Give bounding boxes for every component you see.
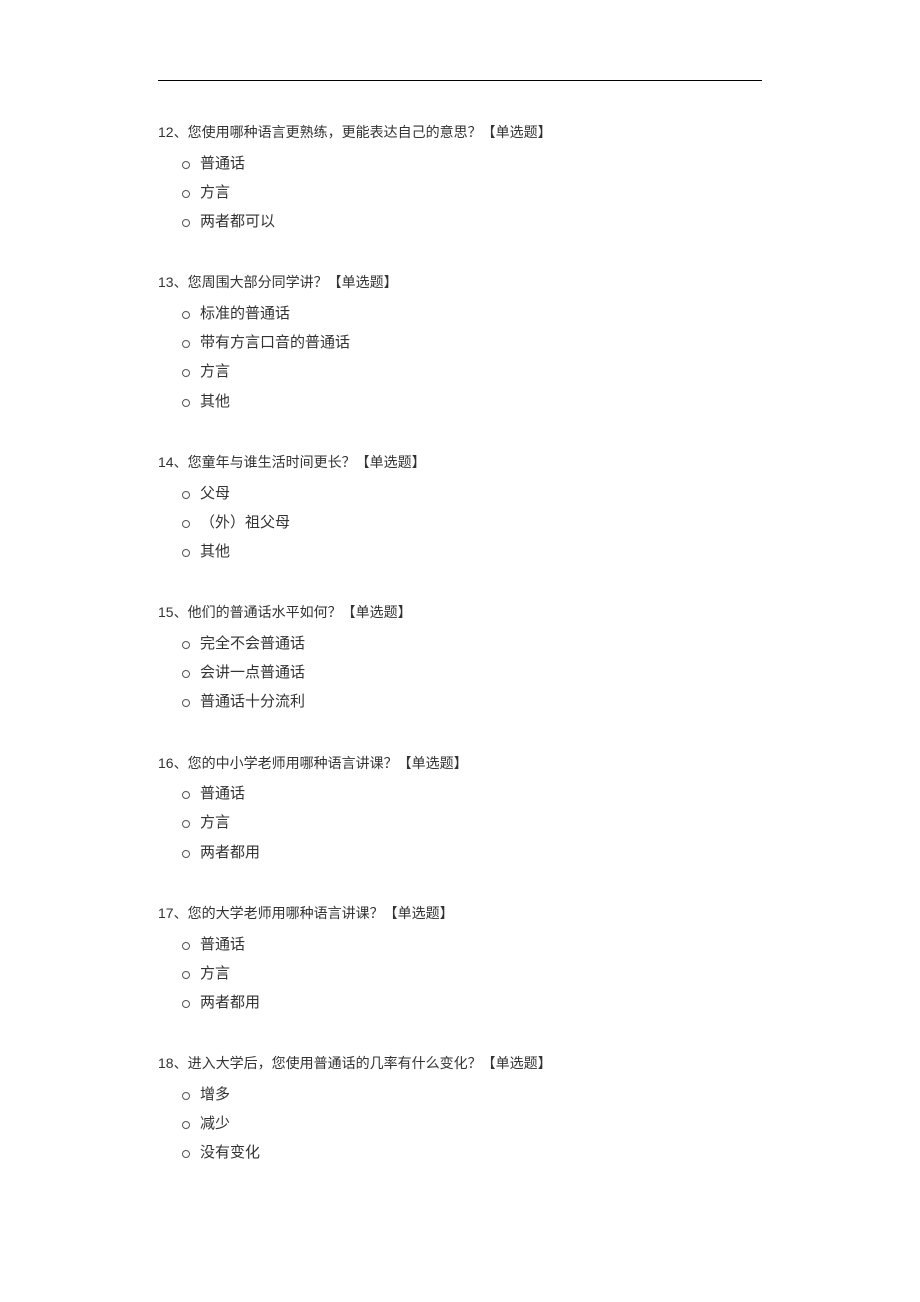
options-list: 增多减少没有变化 (182, 1081, 762, 1169)
question-number: 14、 (158, 454, 188, 470)
page-top-rule (158, 80, 762, 81)
question-block: 17、您的大学老师用哪种语言讲课？【单选题】普通话方言两者都用 (158, 900, 762, 1018)
options-list: 普通话方言两者都可以 (182, 150, 762, 238)
question-type-tag: 【单选题】 (356, 454, 426, 470)
option-item[interactable]: 普通话 (182, 780, 762, 809)
question-block: 18、进入大学后，您使用普通话的几率有什么变化？【单选题】增多减少没有变化 (158, 1050, 762, 1168)
option-item[interactable]: 方言 (182, 809, 762, 838)
option-label: 普通话十分流利 (200, 694, 305, 710)
option-item[interactable]: （外）祖父母 (182, 509, 762, 538)
option-item[interactable]: 普通话 (182, 931, 762, 960)
option-label: 会讲一点普通话 (200, 665, 305, 681)
option-label: 减少 (200, 1116, 230, 1132)
options-list: 普通话方言两者都用 (182, 931, 762, 1019)
option-label: 普通话 (200, 937, 245, 953)
option-label: 普通话 (200, 156, 245, 172)
option-item[interactable]: 方言 (182, 960, 762, 989)
options-list: 父母 （外）祖父母其他 (182, 480, 762, 568)
question-text: 您的大学老师用哪种语言讲课？ (188, 905, 384, 921)
question-type-tag: 【单选题】 (482, 124, 552, 140)
option-label: 带有方言口音的普通话 (200, 335, 350, 351)
option-label: 标准的普通话 (200, 306, 290, 322)
option-label: 两者都用 (200, 995, 260, 1011)
question-title: 15、他们的普通话水平如何？【单选题】 (158, 599, 762, 626)
option-label: 方言 (200, 966, 230, 982)
option-item[interactable]: 方言 (182, 179, 762, 208)
option-label: 两者都可以 (200, 214, 275, 230)
option-item[interactable]: 普通话 (182, 150, 762, 179)
question-number: 15、 (158, 604, 188, 620)
option-item[interactable]: 两者都可以 (182, 208, 762, 237)
question-type-tag: 【单选题】 (342, 604, 412, 620)
option-item[interactable]: 减少 (182, 1110, 762, 1139)
question-type-tag: 【单选题】 (398, 755, 468, 771)
question-text: 他们的普通话水平如何？ (188, 604, 342, 620)
option-item[interactable]: 标准的普通话 (182, 300, 762, 329)
question-text: 您的中小学老师用哪种语言讲课？ (188, 755, 398, 771)
option-item[interactable]: 增多 (182, 1081, 762, 1110)
option-item[interactable]: 没有变化 (182, 1139, 762, 1168)
question-title: 13、您周围大部分同学讲？【单选题】 (158, 269, 762, 296)
question-type-tag: 【单选题】 (482, 1055, 552, 1071)
questions-container: 12、您使用哪种语言更熟练，更能表达自己的意思？【单选题】普通话方言两者都可以1… (158, 119, 762, 1169)
option-label: （外）祖父母 (200, 515, 290, 531)
question-text: 您童年与谁生活时间更长？ (188, 454, 356, 470)
option-label: 方言 (200, 185, 230, 201)
question-block: 15、他们的普通话水平如何？【单选题】完全不会普通话会讲一点普通话普通话十分流利 (158, 599, 762, 717)
question-block: 12、您使用哪种语言更熟练，更能表达自己的意思？【单选题】普通话方言两者都可以 (158, 119, 762, 237)
option-item[interactable]: 两者都用 (182, 839, 762, 868)
option-item[interactable]: 普通话十分流利 (182, 688, 762, 717)
question-number: 12、 (158, 124, 188, 140)
question-title: 14、您童年与谁生活时间更长？【单选题】 (158, 449, 762, 476)
option-label: 普通话 (200, 786, 245, 802)
question-number: 16、 (158, 755, 188, 771)
option-label: 方言 (200, 815, 230, 831)
option-label: 其他 (200, 544, 230, 560)
question-title: 17、您的大学老师用哪种语言讲课？【单选题】 (158, 900, 762, 927)
option-item[interactable]: 完全不会普通话 (182, 630, 762, 659)
option-label: 两者都用 (200, 845, 260, 861)
option-item[interactable]: 两者都用 (182, 989, 762, 1018)
option-label: 完全不会普通话 (200, 636, 305, 652)
option-item[interactable]: 父母 (182, 480, 762, 509)
question-title: 18、进入大学后，您使用普通话的几率有什么变化？【单选题】 (158, 1050, 762, 1077)
option-label: 方言 (200, 364, 230, 380)
question-block: 16、您的中小学老师用哪种语言讲课？【单选题】普通话方言两者都用 (158, 750, 762, 868)
question-text: 进入大学后，您使用普通话的几率有什么变化？ (188, 1055, 482, 1071)
question-title: 12、您使用哪种语言更熟练，更能表达自己的意思？【单选题】 (158, 119, 762, 146)
document-page: 12、您使用哪种语言更熟练，更能表达自己的意思？【单选题】普通话方言两者都可以1… (0, 0, 920, 1302)
question-title: 16、您的中小学老师用哪种语言讲课？【单选题】 (158, 750, 762, 777)
question-number: 18、 (158, 1055, 188, 1071)
option-item[interactable]: 方言 (182, 358, 762, 387)
option-label: 父母 (200, 486, 230, 502)
question-type-tag: 【单选题】 (384, 905, 454, 921)
option-item[interactable]: 带有方言口音的普通话 (182, 329, 762, 358)
option-item[interactable]: 其他 (182, 538, 762, 567)
question-type-tag: 【单选题】 (328, 274, 398, 290)
option-item[interactable]: 其他 (182, 388, 762, 417)
option-label: 其他 (200, 394, 230, 410)
option-label: 没有变化 (200, 1145, 260, 1161)
question-text: 您使用哪种语言更熟练，更能表达自己的意思？ (188, 124, 482, 140)
question-block: 13、您周围大部分同学讲？【单选题】标准的普通话带有方言口音的普通话方言其他 (158, 269, 762, 417)
option-item[interactable]: 会讲一点普通话 (182, 659, 762, 688)
options-list: 普通话方言两者都用 (182, 780, 762, 868)
question-text: 您周围大部分同学讲？ (188, 274, 328, 290)
option-label: 增多 (200, 1087, 230, 1103)
question-block: 14、您童年与谁生活时间更长？【单选题】父母 （外）祖父母其他 (158, 449, 762, 567)
options-list: 标准的普通话带有方言口音的普通话方言其他 (182, 300, 762, 417)
question-number: 13、 (158, 274, 188, 290)
options-list: 完全不会普通话会讲一点普通话普通话十分流利 (182, 630, 762, 718)
question-number: 17、 (158, 905, 188, 921)
